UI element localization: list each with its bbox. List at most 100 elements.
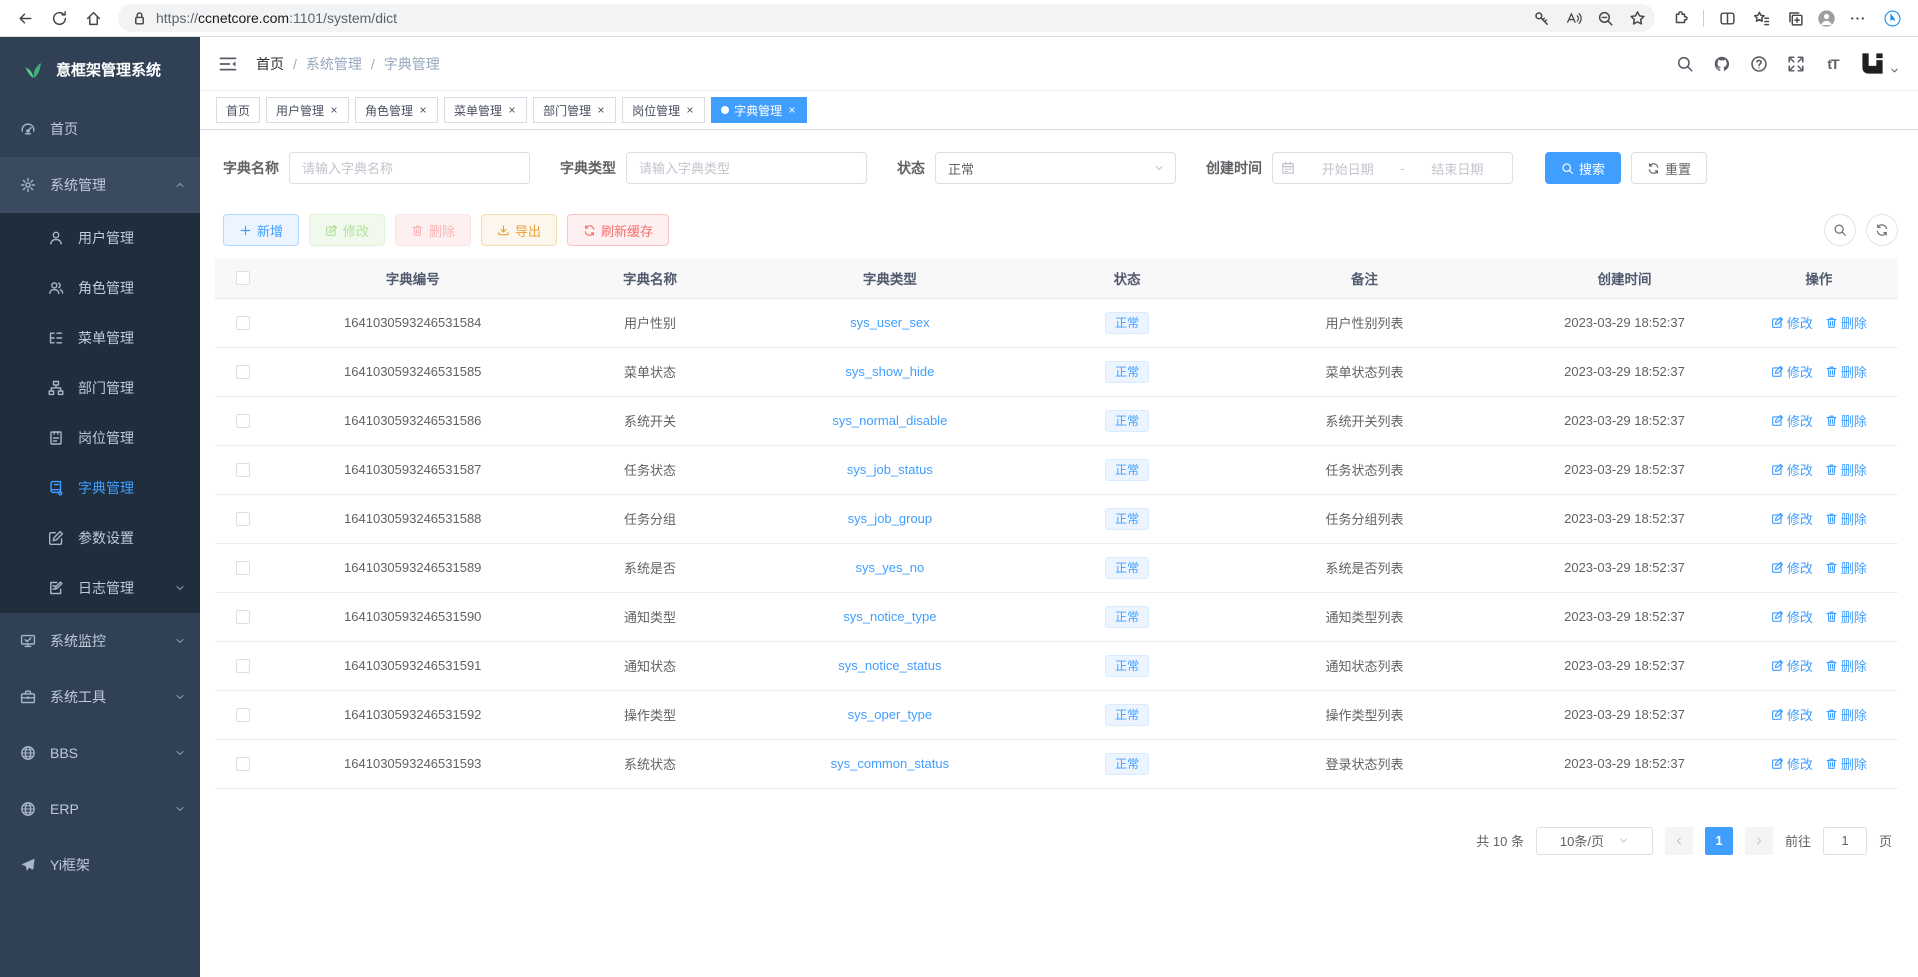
row-checkbox[interactable] [236, 708, 250, 722]
browser-reload-icon[interactable] [44, 3, 74, 33]
split-screen-icon[interactable] [1712, 3, 1742, 33]
tab-home[interactable]: 首页 [216, 97, 260, 123]
next-page-button[interactable] [1745, 827, 1773, 855]
collections-icon[interactable] [1780, 3, 1810, 33]
dict-type-link[interactable]: sys_oper_type [848, 707, 933, 722]
browser-home-icon[interactable] [78, 3, 108, 33]
dict-type-link[interactable]: sys_job_status [847, 462, 933, 477]
row-checkbox[interactable] [236, 512, 250, 526]
fullscreen-icon[interactable] [1786, 54, 1806, 74]
browser-menu-icon[interactable] [1842, 3, 1872, 33]
row-checkbox[interactable] [236, 414, 250, 428]
sidebar-item-bbs[interactable]: BBS [0, 725, 200, 781]
dict-type-link[interactable]: sys_normal_disable [832, 413, 947, 428]
row-edit-link[interactable]: 修改 [1771, 411, 1813, 430]
goto-page-input[interactable] [1823, 827, 1867, 855]
sidebar-item-erp[interactable]: ERP [0, 781, 200, 837]
row-checkbox[interactable] [236, 610, 250, 624]
close-icon[interactable] [685, 105, 695, 115]
refresh-cache-button[interactable]: 刷新缓存 [567, 214, 669, 246]
row-checkbox[interactable] [236, 561, 250, 575]
row-edit-link[interactable]: 修改 [1771, 656, 1813, 675]
row-edit-link[interactable]: 修改 [1771, 607, 1813, 626]
tab-user-admin[interactable]: 用户管理 [266, 97, 349, 123]
close-icon[interactable] [787, 105, 797, 115]
font-size-icon[interactable]: tT [1823, 54, 1843, 74]
select-all-checkbox[interactable] [236, 271, 250, 285]
row-delete-link[interactable]: 删除 [1825, 362, 1867, 381]
tab-role-admin[interactable]: 角色管理 [355, 97, 438, 123]
row-edit-link[interactable]: 修改 [1771, 362, 1813, 381]
row-checkbox[interactable] [236, 463, 250, 477]
row-delete-link[interactable]: 删除 [1825, 411, 1867, 430]
tab-dict-admin[interactable]: 字典管理 [711, 97, 807, 123]
prev-page-button[interactable] [1665, 827, 1693, 855]
delete-button[interactable]: 删除 [395, 214, 471, 246]
date-range-picker[interactable]: 开始日期 - 结束日期 [1272, 152, 1513, 184]
close-icon[interactable] [507, 105, 517, 115]
row-delete-link[interactable]: 删除 [1825, 313, 1867, 332]
read-aloud-icon[interactable] [1561, 6, 1585, 30]
row-checkbox[interactable] [236, 316, 250, 330]
favorites-icon[interactable] [1746, 3, 1776, 33]
row-delete-link[interactable]: 删除 [1825, 656, 1867, 675]
export-button[interactable]: 导出 [481, 214, 557, 246]
row-delete-link[interactable]: 删除 [1825, 607, 1867, 626]
row-delete-link[interactable]: 删除 [1825, 705, 1867, 724]
date-start-placeholder[interactable]: 开始日期 [1301, 159, 1394, 178]
add-button[interactable]: 新增 [223, 214, 299, 246]
dict-type-input[interactable] [626, 152, 867, 184]
dict-type-link[interactable]: sys_user_sex [850, 315, 929, 330]
close-icon[interactable] [418, 105, 428, 115]
sidebar-item-user-admin[interactable]: 用户管理 [0, 213, 200, 263]
close-icon[interactable] [596, 105, 606, 115]
sidebar-item-menu-admin[interactable]: 菜单管理 [0, 313, 200, 363]
toggle-search-button[interactable] [1824, 214, 1856, 246]
browser-back-icon[interactable] [10, 3, 40, 33]
dict-type-link[interactable]: sys_common_status [831, 756, 950, 771]
sidebar-item-dict-admin[interactable]: 字典管理 [0, 463, 200, 513]
dict-type-link[interactable]: sys_notice_type [843, 609, 936, 624]
tab-dept-admin[interactable]: 部门管理 [533, 97, 616, 123]
password-icon[interactable] [1529, 6, 1553, 30]
extensions-icon[interactable] [1665, 3, 1695, 33]
sidebar-item-system-tools[interactable]: 系统工具 [0, 669, 200, 725]
row-edit-link[interactable]: 修改 [1771, 509, 1813, 528]
row-edit-link[interactable]: 修改 [1771, 460, 1813, 479]
dict-type-link[interactable]: sys_notice_status [838, 658, 941, 673]
tab-post-admin[interactable]: 岗位管理 [622, 97, 705, 123]
breadcrumb-item[interactable]: 系统管理 [306, 54, 362, 74]
dict-type-link[interactable]: sys_yes_no [856, 560, 925, 575]
status-select[interactable]: 正常 [935, 152, 1176, 184]
dict-name-input[interactable] [289, 152, 530, 184]
search-button[interactable]: 搜索 [1545, 152, 1621, 184]
sidebar-item-param-settings[interactable]: 参数设置 [0, 513, 200, 563]
favorite-add-icon[interactable] [1625, 6, 1649, 30]
github-icon[interactable] [1712, 54, 1732, 74]
edit-button[interactable]: 修改 [309, 214, 385, 246]
row-checkbox[interactable] [236, 757, 250, 771]
sidebar-item-home[interactable]: 首页 [0, 101, 200, 157]
row-delete-link[interactable]: 删除 [1825, 558, 1867, 577]
sidebar-item-system-admin[interactable]: 系统管理 [0, 157, 200, 213]
row-edit-link[interactable]: 修改 [1771, 313, 1813, 332]
row-edit-link[interactable]: 修改 [1771, 705, 1813, 724]
sidebar-item-dept-admin[interactable]: 部门管理 [0, 363, 200, 413]
help-icon[interactable] [1749, 54, 1769, 74]
sidebar-item-log-admin[interactable]: 日志管理 [0, 563, 200, 613]
row-checkbox[interactable] [236, 365, 250, 379]
user-logo[interactable] [1860, 51, 1900, 76]
date-end-placeholder[interactable]: 结束日期 [1411, 159, 1504, 178]
url-text[interactable]: https://ccnetcore.com:1101/system/dict [156, 10, 1521, 26]
sidebar-item-system-monitor[interactable]: 系统监控 [0, 613, 200, 669]
page-size-select[interactable]: 10条/页 [1536, 827, 1653, 855]
row-edit-link[interactable]: 修改 [1771, 754, 1813, 773]
zoom-out-icon[interactable] [1593, 6, 1617, 30]
reset-button[interactable]: 重置 [1631, 152, 1707, 184]
breadcrumb-item[interactable]: 首页 [256, 54, 284, 74]
sidebar-item-role-admin[interactable]: 角色管理 [0, 263, 200, 313]
close-icon[interactable] [329, 105, 339, 115]
row-edit-link[interactable]: 修改 [1771, 558, 1813, 577]
dict-type-link[interactable]: sys_job_group [848, 511, 933, 526]
profile-avatar[interactable] [1814, 6, 1838, 30]
